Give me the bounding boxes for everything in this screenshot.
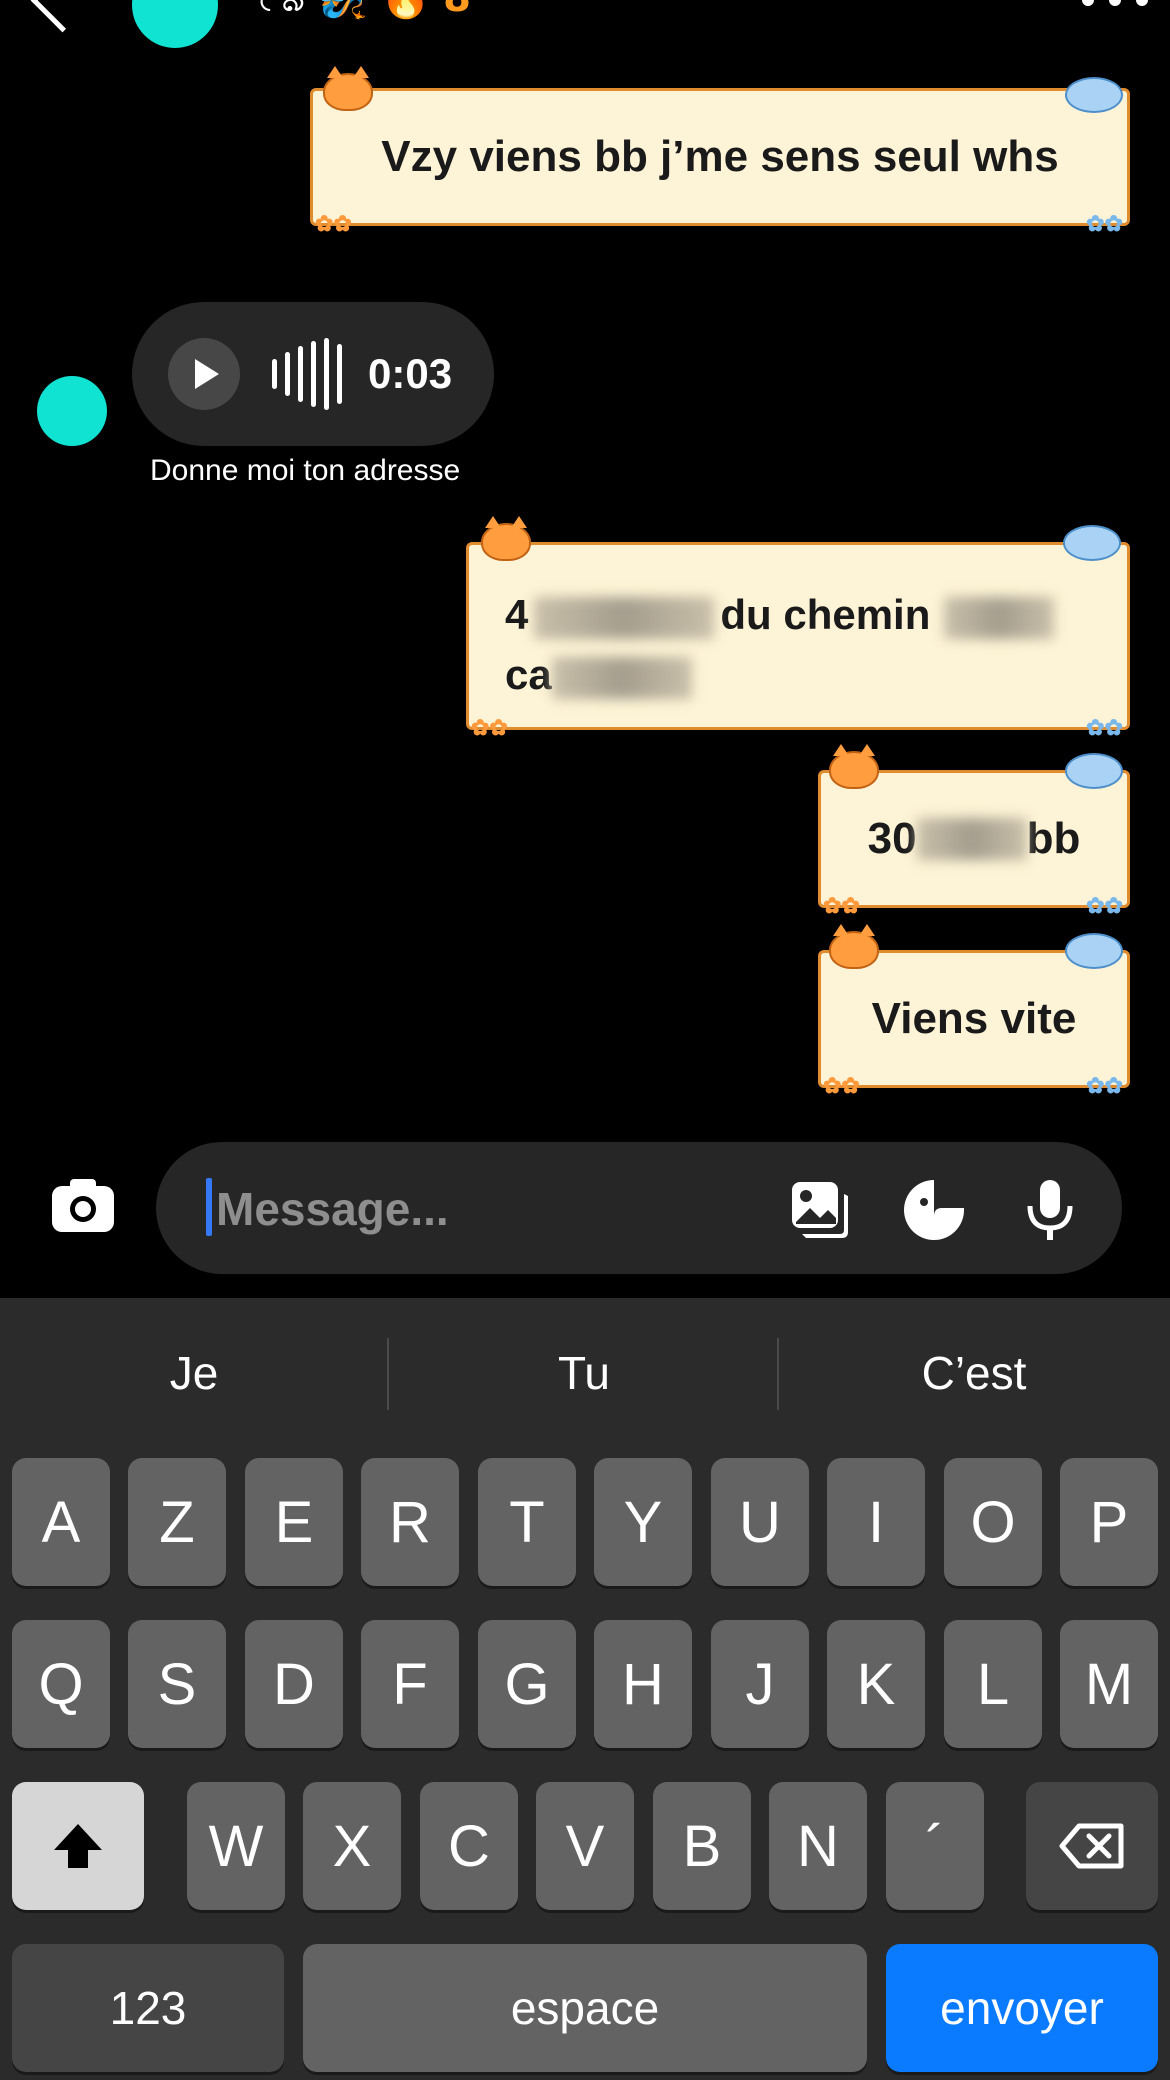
waveform-icon (272, 338, 342, 410)
key[interactable]: K (827, 1620, 925, 1748)
cat-sticker-icon (481, 516, 531, 561)
paw-icon: ✿✿ (1086, 1073, 1123, 1098)
back-icon[interactable] (30, 0, 95, 33)
key[interactable]: R (361, 1458, 459, 1586)
redacted-text (551, 656, 692, 699)
key[interactable]: ´ (886, 1782, 984, 1910)
outgoing-message[interactable]: ✿✿ ✿✿ Viens vite (818, 924, 1130, 1097)
message-text: 4 (505, 591, 529, 638)
message-text: ca (505, 651, 552, 698)
key[interactable]: M (1060, 1620, 1158, 1748)
key[interactable]: V (536, 1782, 634, 1910)
message-composer[interactable] (156, 1142, 1122, 1274)
shift-icon (54, 1824, 102, 1868)
message-text: 30 (867, 814, 917, 863)
header-emojis: ꒰ঌ 🧞 🔥 (250, 0, 430, 21)
outgoing-message[interactable]: ✿✿ ✿✿ 4 du chemin ca (466, 516, 1130, 739)
header-title[interactable]: ꒰ঌ 🧞 🔥 8 (250, 0, 471, 18)
voice-duration: 0:03 (368, 350, 453, 397)
gallery-icon[interactable] (788, 1178, 852, 1242)
text-cursor (206, 1178, 212, 1236)
outgoing-message[interactable]: ✿✿ ✿✿ 30 bb (818, 744, 1130, 917)
redacted-text (916, 818, 1027, 860)
contact-avatar[interactable] (37, 376, 107, 446)
key[interactable]: H (594, 1620, 692, 1748)
paw-icon: ✿✿ (823, 893, 860, 918)
message-text: Vzy viens bb j’me sens seul whs (381, 132, 1059, 181)
numbers-key[interactable]: 123 (12, 1944, 284, 2072)
cat-sticker-icon (829, 924, 879, 969)
microphone-icon[interactable] (1018, 1178, 1082, 1242)
key[interactable]: Z (128, 1458, 226, 1586)
sticker-icon[interactable] (902, 1178, 966, 1242)
paw-icon: ✿✿ (823, 1073, 860, 1098)
key[interactable]: L (944, 1620, 1042, 1748)
play-icon[interactable] (168, 338, 240, 410)
suggestion[interactable]: Je (0, 1334, 388, 1412)
paw-icon: ✿✿ (1086, 211, 1123, 236)
redacted-text (534, 596, 715, 639)
message-text: Viens vite (871, 994, 1077, 1043)
key[interactable]: X (303, 1782, 401, 1910)
key[interactable]: F (361, 1620, 459, 1748)
key[interactable]: B (653, 1782, 751, 1910)
paw-icon: ✿✿ (1086, 715, 1123, 740)
key[interactable]: G (478, 1620, 576, 1748)
paw-icon: ✿✿ (1086, 893, 1123, 918)
key[interactable]: Y (594, 1458, 692, 1586)
suggestion[interactable]: C’est (780, 1334, 1168, 1412)
key[interactable]: S (128, 1620, 226, 1748)
keyboard: Je Tu C’est A Z E R T Y U I O P Q S D F … (0, 1298, 1170, 2080)
space-key[interactable]: espace (303, 1944, 867, 2072)
voice-transcript: Donne moi ton adresse (150, 454, 461, 487)
suggestion-divider (777, 1338, 779, 1410)
cat-sticker-icon (829, 744, 879, 789)
key[interactable]: N (769, 1782, 867, 1910)
voice-message[interactable]: 0:03 (132, 302, 494, 446)
key[interactable]: A (12, 1458, 110, 1586)
key[interactable]: I (827, 1458, 925, 1586)
key[interactable]: W (187, 1782, 285, 1910)
paw-icon: ✿✿ (471, 715, 508, 740)
camera-icon[interactable] (50, 1176, 116, 1236)
streak-count: 8 (443, 0, 471, 21)
key[interactable]: O (944, 1458, 1042, 1586)
key[interactable]: T (478, 1458, 576, 1586)
suggestion-divider (387, 1338, 389, 1410)
key[interactable]: D (245, 1620, 343, 1748)
cat-sticker-icon (323, 66, 373, 111)
redacted-text (944, 596, 1055, 639)
key[interactable]: P (1060, 1458, 1158, 1586)
paw-icon: ✿✿ (315, 211, 352, 236)
outgoing-message[interactable]: ✿✿ ✿✿ Vzy viens bb j’me sens seul whs (310, 66, 1130, 235)
dog-sticker-icon (1063, 525, 1121, 561)
message-input[interactable] (214, 1168, 718, 1250)
message-text: bb (1026, 814, 1081, 863)
dog-sticker-icon (1065, 753, 1123, 789)
shift-key[interactable] (12, 1782, 144, 1910)
suggestion[interactable]: Tu (390, 1334, 778, 1412)
message-text: du chemin (720, 591, 931, 638)
key[interactable]: U (711, 1458, 809, 1586)
dog-sticker-icon (1065, 933, 1123, 969)
send-key[interactable]: envoyer (886, 1944, 1158, 2072)
more-icon[interactable] (1082, 0, 1148, 8)
key[interactable]: C (420, 1782, 518, 1910)
key[interactable]: J (711, 1620, 809, 1748)
dog-sticker-icon (1065, 77, 1123, 113)
key[interactable]: E (245, 1458, 343, 1586)
header-avatar[interactable] (132, 0, 218, 48)
backspace-icon (1059, 1823, 1124, 1869)
backspace-key[interactable] (1026, 1782, 1158, 1910)
key[interactable]: Q (12, 1620, 110, 1748)
